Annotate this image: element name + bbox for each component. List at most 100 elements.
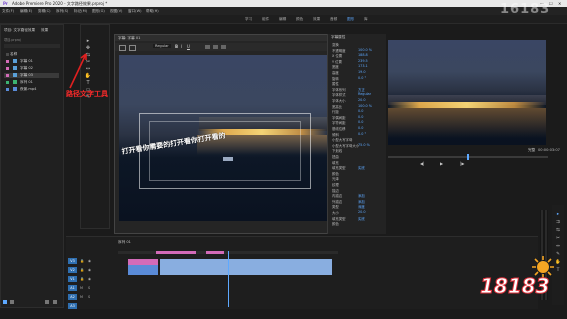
list-item-selected[interactable]: 字幕 03	[4, 73, 59, 78]
property-value[interactable]: 0.0	[358, 120, 363, 124]
eye-icon[interactable]: ◉	[88, 258, 94, 264]
list-item[interactable]: 序列 01	[4, 80, 59, 85]
workspace-tab[interactable]: 学习	[245, 17, 252, 22]
underline-icon[interactable]: U	[187, 44, 190, 49]
property-row[interactable]: 小型大写字母	[330, 137, 384, 142]
trash-icon[interactable]	[53, 300, 57, 304]
property-value[interactable]: 75.0 %	[358, 143, 370, 147]
menu-view[interactable]: 视图(V)	[110, 9, 122, 14]
property-value[interactable]: 0.0	[358, 126, 363, 130]
menu-edit[interactable]: 编辑(E)	[20, 9, 32, 14]
mute-icon[interactable]: M	[80, 294, 86, 300]
property-value[interactable]: 方正	[358, 87, 365, 92]
property-value[interactable]: 20.0	[358, 210, 366, 214]
property-row[interactable]: Y 位置 239.5	[330, 59, 384, 64]
property-row[interactable]: 字体系列 方正	[330, 87, 384, 92]
list-item[interactable]: 字幕 02	[4, 66, 59, 71]
track-label[interactable]: V3	[68, 258, 77, 264]
track-label[interactable]: V2	[68, 267, 77, 273]
title-canvas[interactable]: 打开看你需要的打开看你打开看的	[119, 55, 327, 221]
track-label[interactable]: A3	[68, 303, 77, 309]
property-value[interactable]: 20.0	[358, 98, 366, 102]
fit-select[interactable]: 完整	[528, 148, 535, 153]
roll-crawl-icon[interactable]	[129, 45, 136, 51]
property-value[interactable]: 0.0 °	[358, 76, 366, 80]
property-row[interactable]: 宽度 173.1	[330, 64, 384, 69]
property-value[interactable]: 173.1	[358, 64, 368, 68]
menu-help[interactable]: 帮助(H)	[146, 9, 159, 14]
property-row[interactable]: 描边	[330, 188, 384, 193]
property-value[interactable]: 添加	[358, 199, 365, 204]
property-row[interactable]: 小型大写字母大小 75.0 %	[330, 143, 384, 148]
property-row[interactable]: 纹理	[330, 182, 384, 187]
timeline-playhead[interactable]	[228, 251, 229, 307]
new-item-icon[interactable]	[45, 300, 49, 304]
selection-tool-icon[interactable]: ▸	[555, 212, 561, 218]
solo-icon[interactable]: S	[88, 294, 94, 300]
track-label[interactable]: A1	[68, 285, 77, 291]
search-input[interactable]	[4, 44, 60, 48]
menu-clip[interactable]: 剪辑(C)	[38, 9, 51, 14]
selection-tool-icon[interactable]: ▸	[84, 38, 92, 44]
workspace-tab[interactable]: 库	[364, 17, 368, 22]
grid-icon[interactable]	[10, 300, 14, 304]
close-button[interactable]: ✕	[558, 1, 561, 6]
property-row[interactable]: 填充	[330, 160, 384, 165]
property-row[interactable]: 倾斜 0.0 °	[330, 132, 384, 137]
property-row[interactable]: 字体大小 20.0	[330, 98, 384, 103]
track-select-icon[interactable]: ⇉	[555, 220, 561, 226]
step-forward-icon[interactable]: |▶	[460, 161, 464, 166]
property-value[interactable]: 添加	[358, 193, 365, 198]
property-row[interactable]: 填充类型 实底	[330, 216, 384, 221]
play-icon[interactable]: ▶	[440, 161, 443, 166]
timeline-tab[interactable]: 序列 01	[118, 240, 131, 245]
ripple-edit-icon[interactable]: ⇆	[555, 228, 561, 234]
workspace-tab[interactable]: 效果	[313, 17, 320, 22]
track-label[interactable]: A2	[68, 294, 77, 300]
property-value[interactable]: 0.0	[358, 109, 363, 113]
razor-icon[interactable]: ✂	[555, 236, 561, 242]
property-row[interactable]: 字符间距 0.0	[330, 120, 384, 125]
property-row[interactable]: X 位置 188.8	[330, 53, 384, 58]
property-row[interactable]: 字偶间距 0.0	[330, 115, 384, 120]
mute-icon[interactable]: M	[80, 285, 86, 291]
property-row[interactable]: 高度 19.0	[330, 70, 384, 75]
property-row[interactable]: 光泽	[330, 176, 384, 181]
property-row[interactable]: 行距 0.0	[330, 109, 384, 114]
property-row[interactable]: 变换	[330, 42, 384, 47]
workspace-tab[interactable]: 编辑	[279, 17, 286, 22]
list-item[interactable]: 字幕 01	[4, 59, 59, 64]
title-editor-tab[interactable]: 字幕: 字幕 01	[118, 36, 140, 41]
property-row[interactable]: 填充类型 实底	[330, 165, 384, 170]
property-row[interactable]: 颜色	[330, 221, 384, 226]
bold-icon[interactable]: B	[175, 44, 178, 49]
workspace-tab[interactable]: 音频	[330, 17, 337, 22]
menu-marker[interactable]: 标记(M)	[74, 9, 87, 14]
property-row[interactable]: 字体样式 Regular	[330, 92, 384, 97]
lock-icon[interactable]: 🔒	[80, 267, 86, 273]
menu-sequence[interactable]: 序列(S)	[56, 9, 68, 14]
property-value[interactable]: 188.8	[358, 53, 368, 57]
project-tab[interactable]: 项目: 文字路径效果	[4, 28, 35, 33]
property-value[interactable]: 100.0 %	[358, 104, 372, 108]
workspace-tab[interactable]: 组件	[262, 17, 269, 22]
property-value[interactable]: 19.0	[358, 70, 366, 74]
property-value[interactable]: 0.0	[358, 115, 363, 119]
eye-icon[interactable]: ◉	[88, 276, 94, 282]
slip-icon[interactable]: ↔	[555, 244, 561, 250]
video-clip-head[interactable]	[128, 265, 158, 275]
align-center-icon[interactable]	[213, 45, 218, 49]
list-item[interactable]: 夜景.mp4	[4, 87, 59, 92]
effects-tab[interactable]: 效果	[41, 28, 48, 33]
property-row[interactable]: 扭曲	[330, 154, 384, 159]
property-row[interactable]: 下划线	[330, 148, 384, 153]
lock-icon[interactable]: 🔒	[80, 258, 86, 264]
property-row[interactable]: 大小 20.0	[330, 210, 384, 215]
video-clip[interactable]	[160, 259, 332, 275]
property-value[interactable]: 0.0 °	[358, 132, 366, 136]
font-style-select[interactable]: Regular	[153, 44, 171, 48]
property-row[interactable]: 属性	[330, 81, 384, 86]
menu-file[interactable]: 文件(F)	[2, 9, 14, 14]
property-value[interactable]: Regular	[358, 92, 371, 96]
track-label[interactable]: V1	[68, 276, 77, 282]
